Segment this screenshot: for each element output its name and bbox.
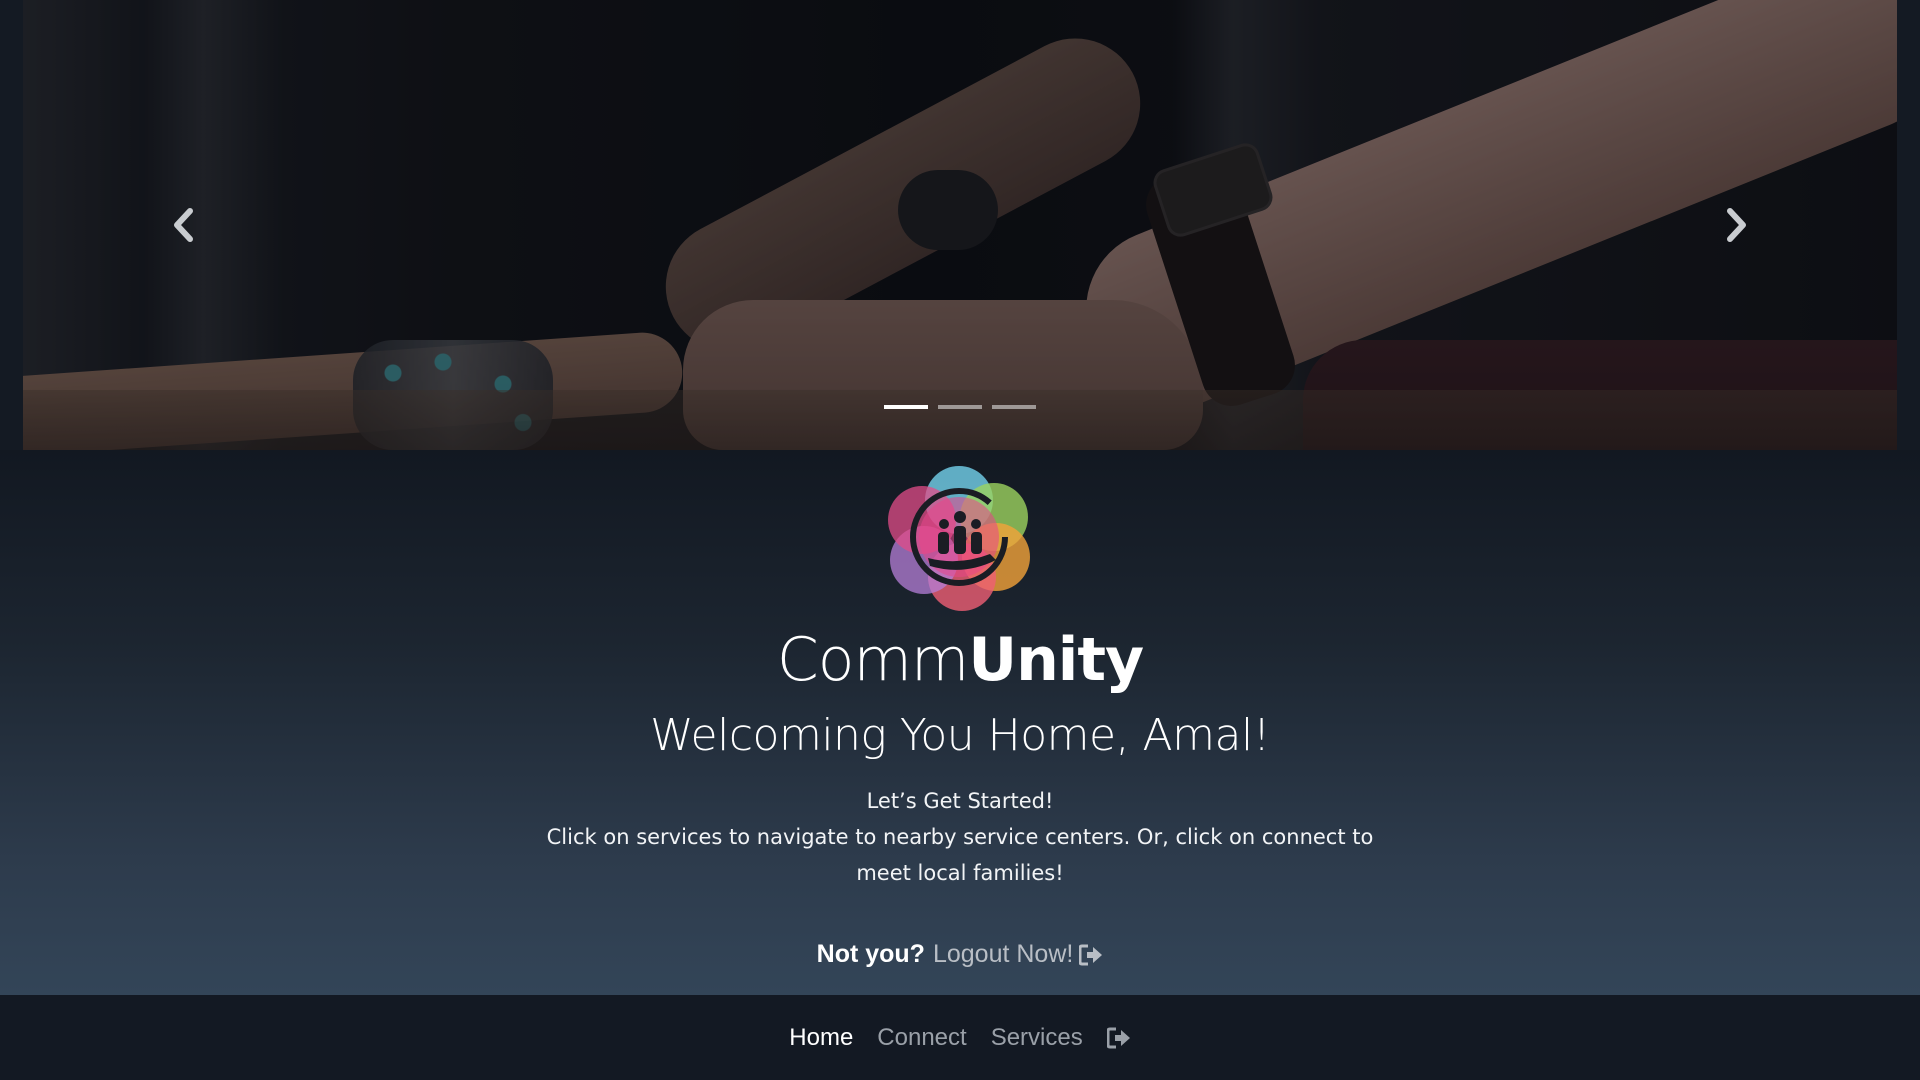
community-logo-icon [888, 466, 1030, 611]
chevron-left-icon [174, 208, 193, 242]
logout-link[interactable]: Logout Now! [933, 940, 1103, 969]
welcome-section: CommUnity Welcoming You Home, Amal! Let’… [0, 450, 1920, 995]
intro-text: Let’s Get Started! Click on services to … [520, 783, 1400, 891]
carousel-prev-button[interactable] [153, 200, 213, 250]
logout-prompt: Not you? Logout Now! [0, 940, 1920, 969]
app-brand: CommUnity [0, 625, 1920, 695]
bottom-nav: Home Connect Services [0, 995, 1920, 1080]
nav-logout-button[interactable] [1106, 1027, 1131, 1049]
carousel-indicators [23, 405, 1897, 409]
brand-bold: Unity [968, 625, 1144, 695]
carousel-indicator[interactable] [992, 405, 1036, 409]
brand-light: Comm [776, 625, 969, 695]
nav-connect[interactable]: Connect [877, 1024, 966, 1052]
carousel-indicator[interactable] [938, 405, 982, 409]
hero-carousel [23, 0, 1897, 450]
sign-out-icon [1079, 944, 1103, 965]
not-you-label: Not you? [816, 940, 925, 968]
welcome-heading: Welcoming You Home, Amal! [650, 710, 1270, 761]
carousel-indicator[interactable] [884, 405, 928, 409]
photo-overlay [23, 0, 1897, 450]
intro-line: Let’s Get Started! [866, 789, 1054, 813]
carousel-next-button[interactable] [1707, 200, 1767, 250]
intro-line: Click on services to navigate to nearby … [546, 825, 1374, 885]
nav-home[interactable]: Home [789, 1024, 853, 1052]
nav-services[interactable]: Services [991, 1024, 1083, 1052]
chevron-right-icon [1727, 208, 1746, 242]
sign-out-icon [1106, 1027, 1130, 1048]
logout-link-label: Logout Now! [932, 940, 1074, 968]
